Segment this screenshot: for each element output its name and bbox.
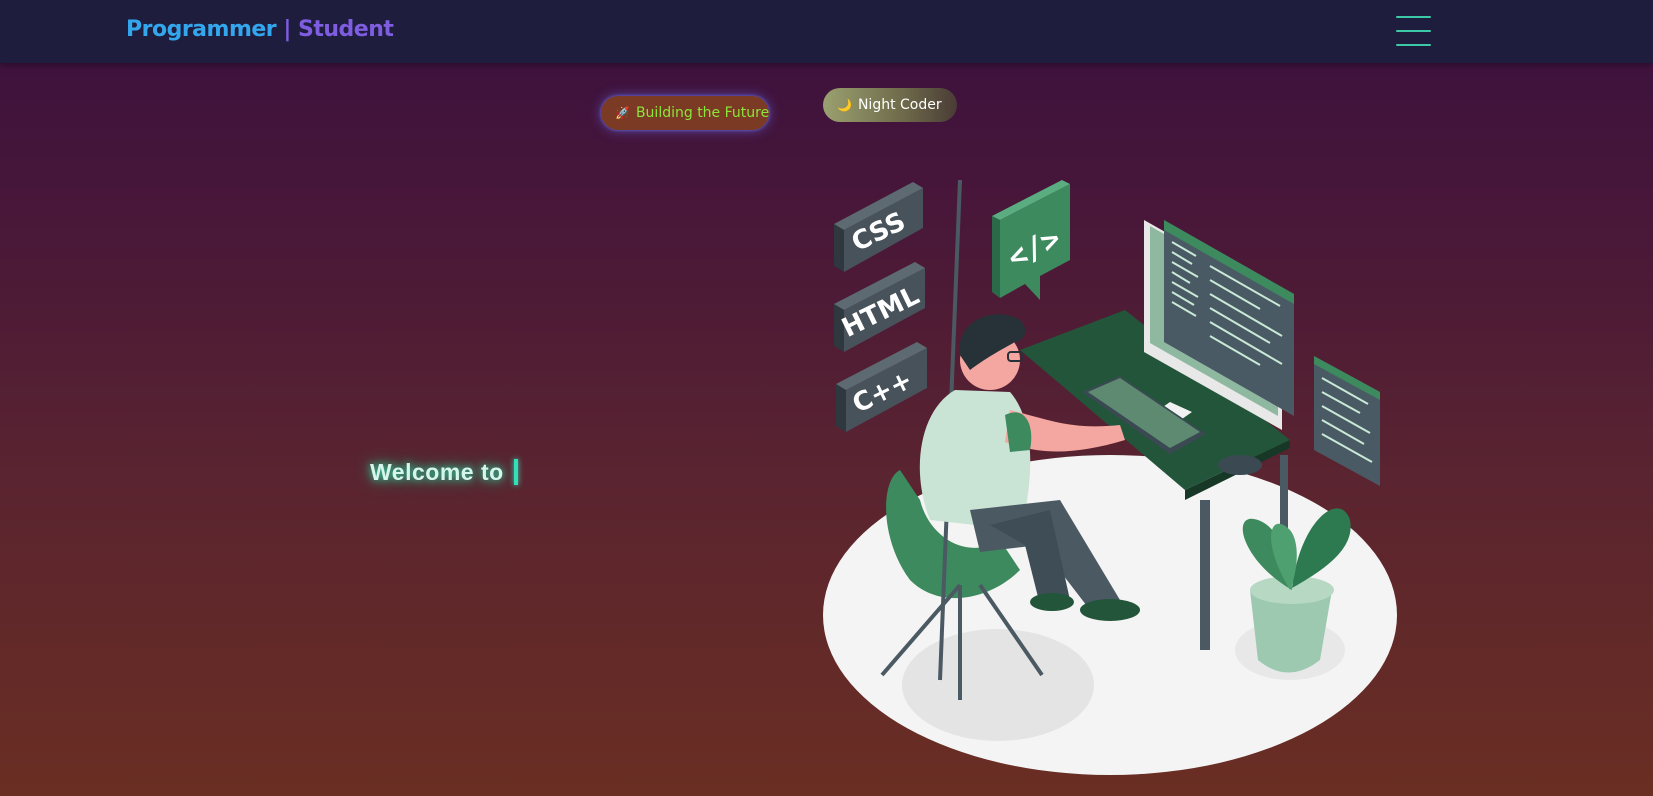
building-future-badge: 🚀 Building the Future: [601, 96, 769, 130]
rocket-icon: 🚀: [615, 106, 630, 120]
brand-programmer: Programmer: [126, 17, 277, 42]
side-monitor: [1314, 356, 1380, 486]
programmer-illustration: CSS HTML C++ </>: [823, 180, 1397, 775]
typing-cursor: [513, 459, 518, 485]
brand-logo[interactable]: Programmer | Student: [126, 17, 394, 42]
html-block: HTML: [834, 262, 925, 352]
welcome-heading: Welcome to: [370, 459, 518, 486]
css-block: CSS: [834, 182, 923, 272]
badge-future-label: Building the Future: [635, 105, 770, 121]
hamburger-menu-icon[interactable]: [1396, 16, 1431, 48]
cpp-block: C++: [836, 342, 927, 432]
brand-separator: |: [276, 17, 299, 42]
mouse: [1218, 455, 1262, 475]
welcome-text: Welcome to: [370, 459, 504, 485]
moon-icon: 🌙: [837, 98, 852, 112]
night-coder-badge: 🌙 Night Coder: [823, 88, 957, 122]
badge-night-label: Night Coder: [857, 97, 942, 113]
code-bubble-icon: </>: [992, 180, 1070, 300]
brand-student: Student: [298, 17, 394, 42]
navbar: Programmer | Student: [0, 0, 1653, 63]
